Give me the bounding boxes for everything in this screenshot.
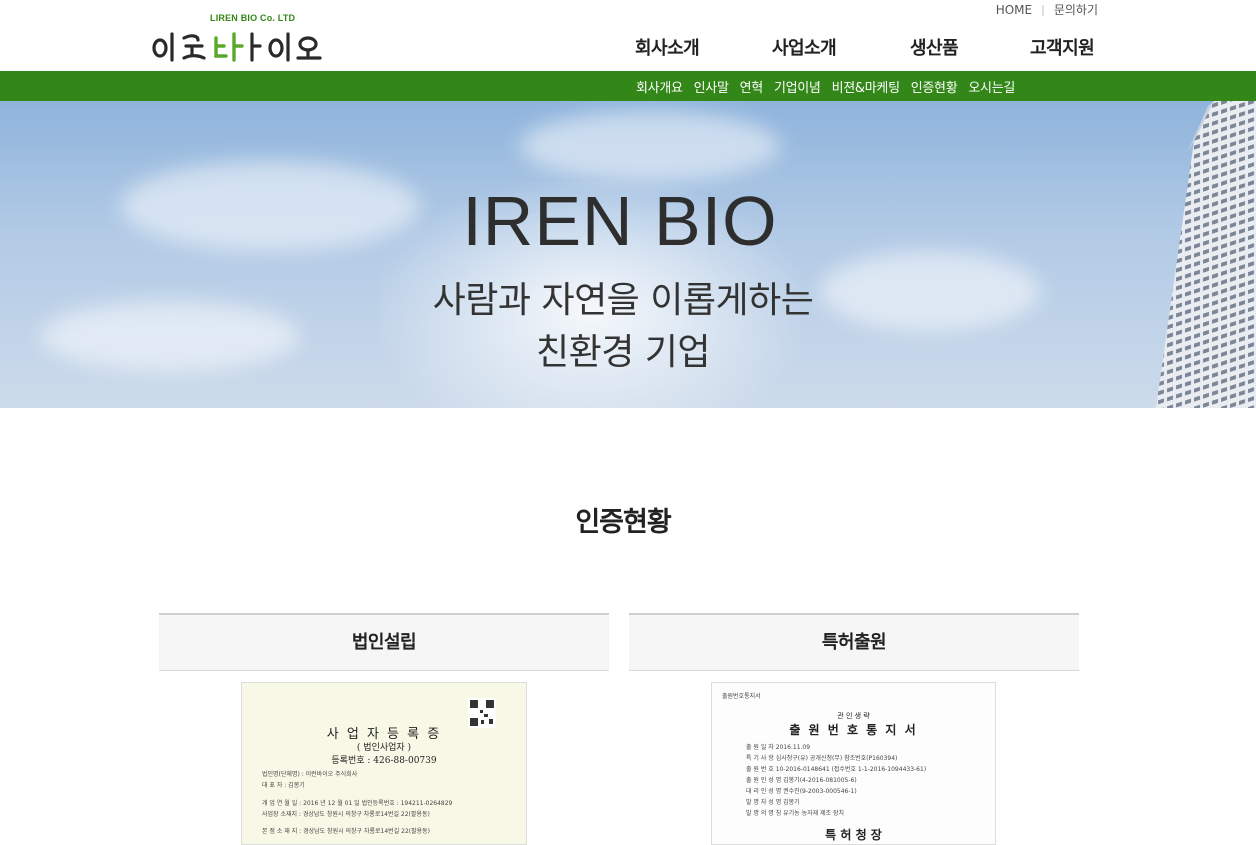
hero-tagline-2: 친환경 기업 [535,332,711,373]
subnav-directions[interactable]: 오시는길 [968,77,1015,96]
doc-line: 출 원 번 호 10-2016-0148641 (접수번호 1-1-2016-1… [746,766,927,773]
home-link[interactable]: HOME [996,3,1032,17]
doc-caption: 관 인 생 략 [837,712,870,720]
contact-link[interactable]: 문의하기 [1054,1,1098,18]
hero-banner: IREN BIO 사람과 자연을 이롭게하는 친환경 기업 [0,101,1256,408]
subnav-greeting[interactable]: 인사말 [694,77,729,96]
hero-tagline-1: 사람과 자연을 이롭게하는 [432,280,814,321]
doc-header: 출원번호통지서 [722,693,761,700]
nav-company[interactable]: 회사소개 [635,34,700,60]
doc-line: 출 원 일 자 2016.11.09 [746,744,811,751]
subnav-philosophy[interactable]: 기업이념 [774,77,821,96]
utility-links: HOME | 문의하기 [996,1,1098,18]
doc-line: 개 업 연 월 일 : 2016 년 12 월 01 일 법인등록번호 : 19… [262,800,453,807]
logo-subtitle: LIREN BIO Co. LTD [210,13,296,23]
main-nav: 회사소개 사업소개 생산품 고객지원 [600,34,1110,64]
doc-subtitle: ( 법인사업자 ) [356,743,412,753]
business-registration-certificate[interactable]: 사 업 자 등 록 증 ( 법인사업자 ) 등록번호 : 426-88-0073… [241,682,527,845]
cloud-shape [520,111,780,181]
nav-products[interactable]: 생산품 [910,34,959,60]
page-title: 인증현황 [575,507,671,538]
doc-line: 법인명(단체명) : 이런바이오 주식회사 [262,771,358,778]
subnav-certification[interactable]: 인증현황 [911,77,958,96]
subnav-overview[interactable]: 회사개요 [636,77,683,96]
certificate-heading-patent: 특허출원 [629,613,1079,671]
doc-line: 출 원 인 성 명 김봉기(4-2016-081005-6) [746,777,857,784]
doc-line: 특 기 사 항 심사청구(유) 공개신청(무) 참조번호(P160394) [746,755,898,762]
doc-line: 대 표 자 : 김봉기 [262,782,305,789]
nav-business[interactable]: 사업소개 [772,34,837,60]
subnav-history[interactable]: 연혁 [740,77,764,96]
doc-line: 발 명 자 성 명 김봉기 [746,799,800,806]
doc-line: 발 명 의 명 칭 유기농 농자재 제조 장치 [746,810,845,817]
utility-separator: | [1041,3,1045,16]
doc-line: 사업장 소재지 : 경상남도 창원시 의창구 차룡로14번길 22(팔용동) [262,811,430,818]
subnav-vision[interactable]: 비젼&마케팅 [832,77,900,96]
doc-line: 대 리 인 성 명 권수진(9-2003-000546-1) [746,788,857,795]
sub-nav: 회사개요 인사말 연혁 기업이념 비젼&마케팅 인증현황 오시는길 [0,71,1256,101]
nav-support[interactable]: 고객지원 [1030,34,1095,60]
certificate-heading-incorporation: 법인설립 [159,613,609,671]
doc-title: 출 원 번 호 통 지 서 [789,723,918,737]
hero-title: IREN BIO [462,182,778,260]
patent-application-notice[interactable]: 출원번호통지서 관 인 생 략 출 원 번 호 통 지 서 출 원 일 자 20… [711,682,996,845]
doc-footer: 특 허 청 장 [825,828,882,842]
doc-line: 본 점 소 재 지 : 경상남도 창원시 의창구 차룡로14번길 22(팔용동) [262,828,431,835]
doc-reg-number: 등록번호 : 426-88-00739 [331,756,437,766]
